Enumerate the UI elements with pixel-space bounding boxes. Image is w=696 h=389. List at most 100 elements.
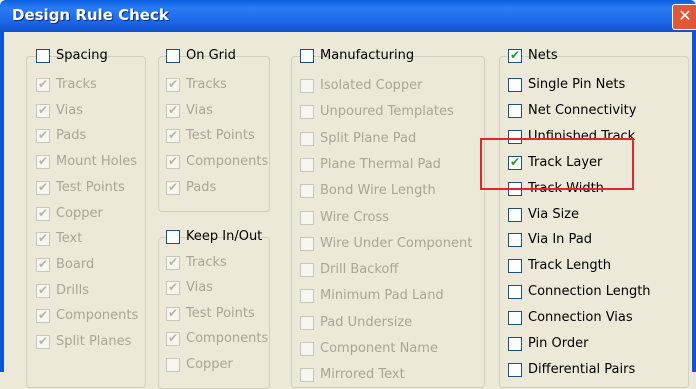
checkbox[interactable] [508,363,522,377]
checkbox-label: Text [56,231,83,246]
checkbox-label: Test Points [186,306,255,321]
checkmark-icon: ✔ [38,206,49,220]
checkbox: ✔ [36,103,50,118]
checkbox [300,368,314,382]
checkbox-label: Tracks [186,77,227,92]
checkbox [300,158,314,172]
checkbox[interactable] [508,337,522,351]
checkbox [300,79,314,93]
checkbox-label: Single Pin Nets [528,77,626,92]
checkbox-label: Split Planes [56,334,132,349]
checkbox: ✔ [36,257,50,272]
checkbox-label: Connection Length [528,284,651,299]
checkbox-label: Mirrored Text [320,367,405,382]
checkbox [300,342,314,356]
checkbox-label: Board [56,257,95,272]
checkbox-label: Pad Undersize [320,315,413,330]
checkbox: ✔ [166,103,180,118]
checkbox[interactable] [508,233,522,247]
red-highlight-box [480,138,634,190]
checkmark-icon: ✔ [38,180,49,194]
checkbox: ✔ [166,180,180,195]
checkbox [300,316,314,330]
checkbox[interactable] [166,49,180,63]
checkbox: ✔ [166,128,180,143]
on-grid-group-checkbox[interactable]: On Grid [166,47,236,65]
checkbox-label: Components [56,308,139,323]
checkbox: ✔ [36,206,50,221]
checkbox[interactable] [508,104,522,118]
checkmark-icon: ✔ [510,48,521,62]
checkbox[interactable]: ✔ [508,48,522,63]
checkmark-icon: ✔ [168,331,179,345]
checkbox-label: Split Plane Pad [320,131,417,146]
checkmark-icon: ✔ [168,306,179,320]
checkbox-label: Net Connectivity [528,103,637,118]
checkbox[interactable] [166,230,180,244]
checkbox-label: Drills [56,283,89,298]
checkbox [300,289,314,303]
checkbox [300,263,314,277]
checkmark-icon: ✔ [38,77,49,91]
checkbox [166,358,180,372]
checkbox-label: Pin Order [528,336,589,351]
checkbox-label: Mount Holes [56,154,137,169]
checkmark-icon: ✔ [38,103,49,117]
checkbox[interactable] [300,49,314,63]
checkbox-label: Track Length [528,258,611,273]
checkbox-label: Plane Thermal Pad [320,157,441,172]
checkbox [300,105,314,119]
window-frame-left [0,32,4,372]
checkbox [300,211,314,225]
checkmark-icon: ✔ [38,257,49,271]
checkbox-label: Tracks [56,77,97,92]
checkbox-label: Components [186,154,269,169]
nets-group-checkbox[interactable]: ✔ Nets [508,47,558,65]
checkmark-icon: ✔ [38,128,49,142]
checkbox: ✔ [36,334,50,349]
spacing-group-checkbox[interactable]: Spacing [36,47,108,65]
checkbox-label: Spacing [56,48,108,63]
checkbox-label: Pads [56,128,87,143]
close-icon: ✕ [678,6,692,25]
close-button[interactable]: ✕ [672,4,696,30]
checkbox[interactable] [508,311,522,325]
checkbox [300,132,314,146]
checkbox: ✔ [166,280,180,295]
checkbox-label: Test Points [56,180,125,195]
checkbox: ✔ [36,77,50,92]
checkbox[interactable] [508,208,522,222]
checkbox: ✔ [166,255,180,270]
window-frame-right [692,32,696,372]
checkbox-label: Bond Wire Length [320,183,436,198]
checkbox-label: Keep In/Out [186,229,263,244]
checkmark-icon: ✔ [38,154,49,168]
checkbox[interactable] [508,285,522,299]
window-title: Design Rule Check [12,6,169,24]
checkbox: ✔ [166,154,180,169]
checkbox-label: Manufacturing [320,48,415,63]
checkmark-icon: ✔ [168,154,179,168]
checkmark-icon: ✔ [168,280,179,294]
manufacturing-group-checkbox[interactable]: Manufacturing [300,47,414,65]
checkmark-icon: ✔ [168,128,179,142]
checkbox-label: Pads [186,180,217,195]
checkbox: ✔ [166,77,180,92]
checkbox[interactable] [508,259,522,273]
checkbox: ✔ [36,231,50,246]
checkbox-label: Via In Pad [528,232,592,247]
checkbox: ✔ [166,331,180,346]
checkbox: ✔ [36,283,50,298]
checkbox[interactable] [508,78,522,92]
checkbox-label: On Grid [186,48,236,63]
checkbox: ✔ [166,306,180,321]
checkbox-label: Drill Backoff [320,262,399,277]
checkbox[interactable] [36,49,50,63]
checkbox-label: Vias [186,103,213,118]
title-bar: Design Rule Check ✕ [0,0,696,32]
checkmark-icon: ✔ [168,77,179,91]
checkbox-label: Wire Cross [320,210,390,225]
checkbox-label: Test Points [186,128,255,143]
checkmark-icon: ✔ [38,334,49,348]
keep-in-out-group-checkbox[interactable]: Keep In/Out [166,228,262,246]
